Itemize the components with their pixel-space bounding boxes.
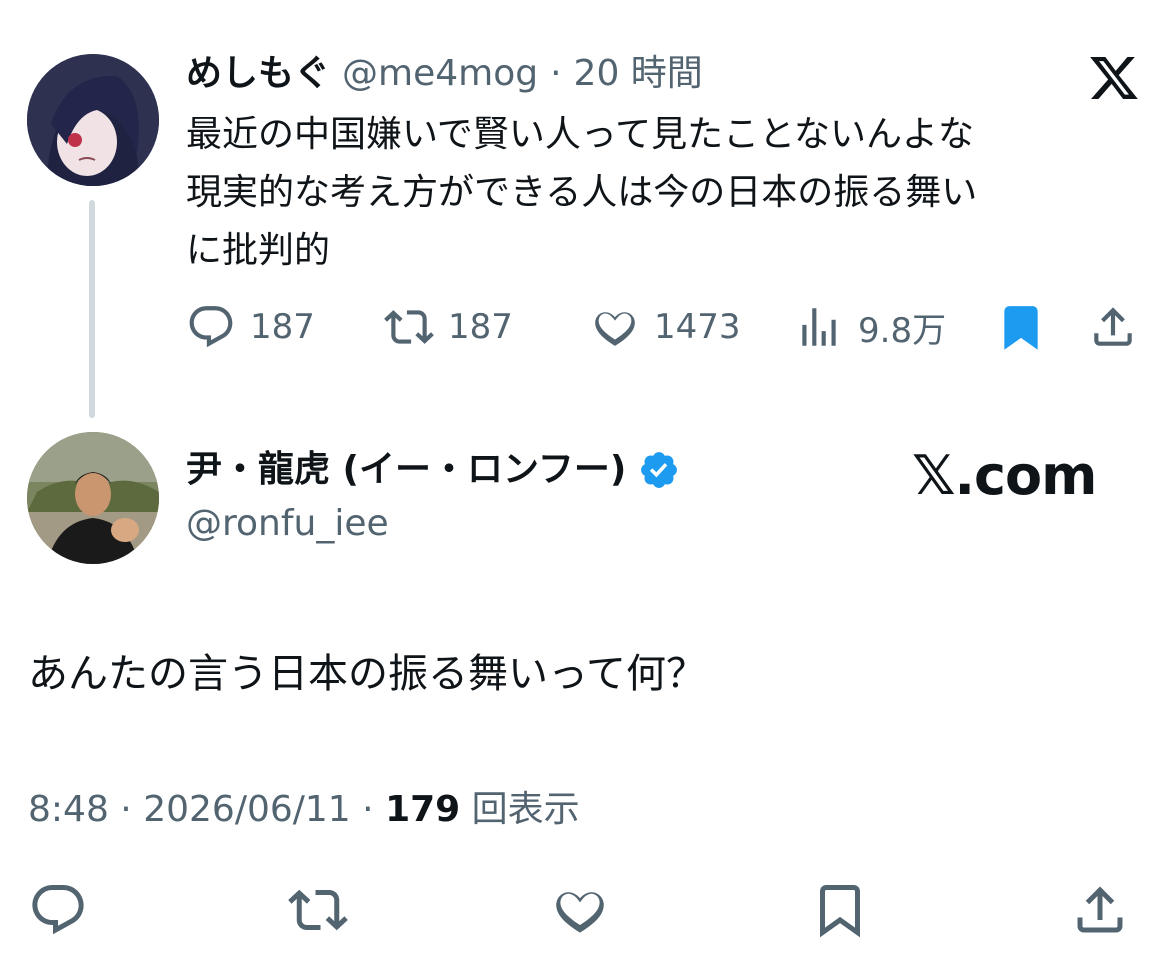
bookmark-icon: [820, 885, 860, 938]
view-count: 9.8万: [858, 310, 947, 351]
tweet-header: めしもぐ @me4mog · 20 時間: [186, 52, 703, 96]
timestamp[interactable]: 20 時間: [574, 52, 703, 96]
like-icon: [556, 892, 604, 933]
retweet-icon: [384, 310, 434, 344]
retweet-count: 187: [448, 307, 513, 347]
tweet-meta: 8:48 · 2026/06/11 · 179 回表示: [28, 788, 580, 832]
user-handle[interactable]: @ronfu_iee: [186, 502, 389, 546]
like-icon: [595, 312, 635, 346]
like-button[interactable]: 1473: [590, 302, 741, 352]
display-name[interactable]: めしもぐ: [186, 52, 330, 96]
reply-button[interactable]: [26, 878, 90, 942]
retweet-icon: [288, 889, 348, 931]
analytics-icon: [802, 308, 836, 346]
retweet-button[interactable]: 187: [384, 302, 513, 352]
thread-connector-line: [89, 200, 95, 418]
tweet-text: 最近の中国嫌いで賢い人って見たことないんよな 現実的な考え方ができる人は今の日本…: [186, 114, 978, 271]
like-count: 1473: [654, 307, 741, 347]
reply-button[interactable]: 187: [186, 302, 315, 352]
bookmark-button[interactable]: [996, 302, 1046, 352]
separator: ·: [120, 789, 132, 830]
separator: ·: [362, 789, 374, 830]
share-icon: [1094, 307, 1132, 346]
views-label: 回表示: [471, 789, 580, 830]
reply-name-row: 尹・龍虎 (イー・ロンフー): [186, 448, 680, 492]
tweet-text: あんたの言う日本の振る舞いって何？: [28, 651, 706, 697]
bookmark-filled-icon: [1004, 306, 1038, 350]
views-count: 179: [385, 789, 461, 830]
retweet-button[interactable]: [286, 878, 350, 942]
share-button[interactable]: [1088, 302, 1138, 352]
bookmark-button[interactable]: [808, 878, 872, 942]
views-button[interactable]: 9.8万: [794, 302, 946, 352]
anime-avatar-image: [27, 54, 159, 186]
like-button[interactable]: [548, 878, 612, 942]
reply-count: 187: [250, 307, 315, 347]
share-button[interactable]: [1068, 878, 1132, 942]
share-icon: [1077, 886, 1123, 933]
reply-icon: [32, 885, 84, 935]
reply-icon: [189, 306, 233, 348]
verified-badge-icon: [641, 452, 678, 488]
separator: ·: [550, 53, 562, 94]
avatar[interactable]: [27, 432, 159, 564]
x-logo-icon: [1088, 52, 1140, 104]
tweet-date[interactable]: 2026/06/11: [143, 789, 351, 830]
tweet-time[interactable]: 8:48: [28, 789, 109, 830]
profile-photo-image: [27, 432, 159, 564]
avatar[interactable]: [27, 54, 159, 186]
user-handle[interactable]: @me4mog: [342, 52, 538, 96]
x-com-watermark: 𝕏.com: [912, 444, 1097, 507]
display-name[interactable]: 尹・龍虎 (イー・ロンフー): [186, 448, 626, 492]
